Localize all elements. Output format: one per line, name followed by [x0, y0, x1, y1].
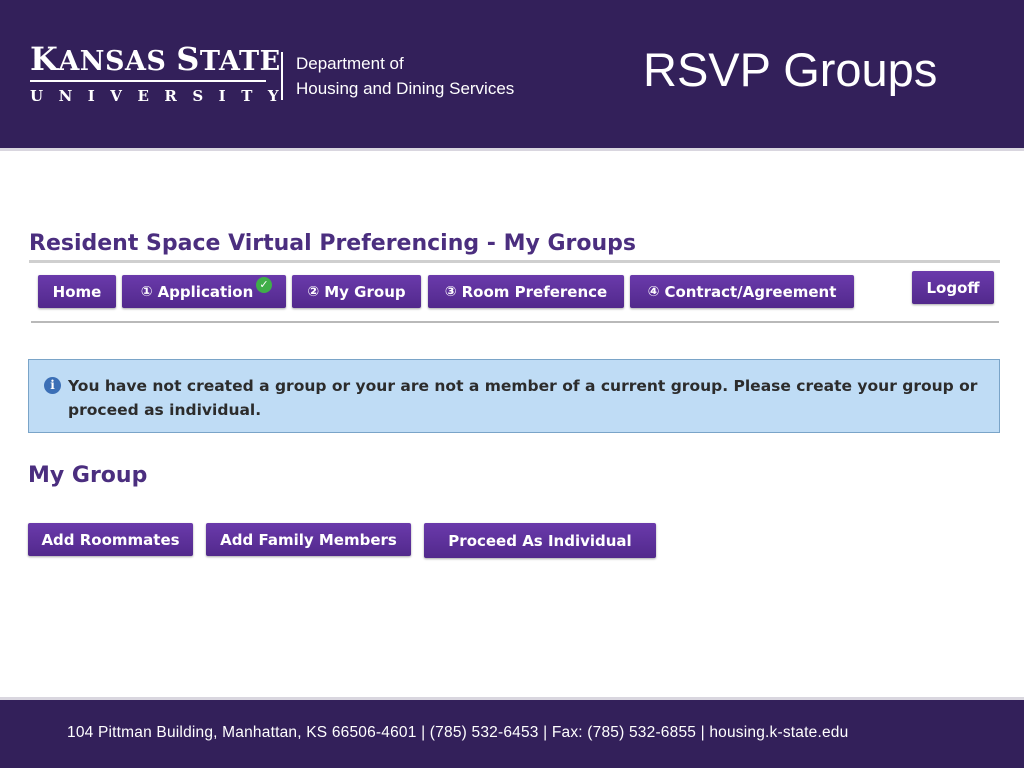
page-title: Resident Space Virtual Preferencing - My… [29, 231, 636, 256]
nav-application-label: Application [157, 282, 254, 301]
logo-wordmark: KANSAS STATE [30, 40, 281, 78]
nav-room-preference-button[interactable]: ③ Room Preference [428, 275, 624, 308]
slide-header: KANSAS STATE UNIVERSITY Department of Ho… [0, 0, 1024, 148]
proceed-as-individual-button[interactable]: Proceed As Individual [424, 523, 656, 558]
step-number-2: ② [307, 283, 320, 300]
step-number-1: ① [140, 283, 153, 300]
heading-divider [29, 260, 1000, 263]
info-message-text: You have not created a group or your are… [68, 377, 978, 419]
step-number-3: ③ [444, 283, 457, 300]
step-number-4: ④ [647, 283, 660, 300]
logo-rule [30, 80, 266, 82]
footer-contact-text: 104 Pittman Building, Manhattan, KS 6650… [67, 724, 849, 741]
add-roommates-button[interactable]: Add Roommates [28, 523, 193, 556]
logo-university: UNIVERSITY [30, 87, 295, 105]
logo-divider [281, 52, 283, 100]
info-icon: i [44, 377, 61, 394]
add-roommates-label: Add Roommates [41, 530, 180, 549]
nav-application-button[interactable]: ① Application ✓ [122, 275, 286, 308]
info-message-box: i You have not created a group or your a… [28, 359, 1000, 433]
header-divider [0, 148, 1024, 151]
nav-my-group-button[interactable]: ② My Group [292, 275, 421, 308]
logoff-button[interactable]: Logoff [912, 271, 994, 304]
nav-home-label: Home [52, 282, 102, 301]
department-name: Department of Housing and Dining Service… [296, 54, 515, 98]
nav-contract-agreement-button[interactable]: ④ Contract/Agreement [630, 275, 854, 308]
nav-room-preference-label: Room Preference [461, 282, 608, 301]
kansas-state-logo: KANSAS STATE UNIVERSITY [30, 40, 295, 105]
slide-title: RSVP Groups [643, 43, 938, 96]
nav-my-group-label: My Group [324, 282, 406, 301]
proceed-as-individual-label: Proceed As Individual [448, 531, 632, 550]
add-family-members-button[interactable]: Add Family Members [206, 523, 411, 556]
add-family-members-label: Add Family Members [220, 530, 397, 549]
check-circle-icon: ✓ [256, 277, 272, 293]
nav-home-button[interactable]: Home [38, 275, 116, 308]
nav-contract-agreement-label: Contract/Agreement [664, 282, 837, 301]
logoff-label: Logoff [926, 278, 980, 297]
nav-divider [31, 321, 999, 323]
my-group-heading: My Group [28, 463, 148, 488]
slide-footer: 104 Pittman Building, Manhattan, KS 6650… [0, 700, 1024, 768]
